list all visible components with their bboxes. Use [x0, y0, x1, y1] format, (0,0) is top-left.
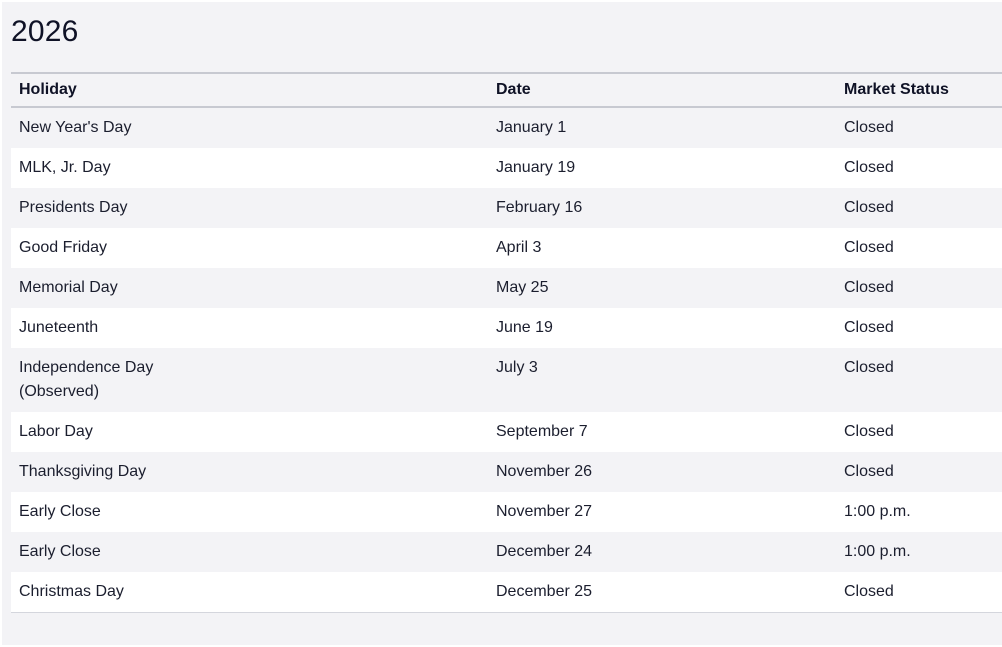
table-body: New Year's Day January 1 Closed MLK, Jr.… — [11, 107, 1002, 613]
column-header-date: Date — [496, 81, 531, 98]
holiday-date-cell: April 3 — [496, 239, 542, 256]
year-heading: 2026 — [11, 15, 79, 48]
table-row: Early Close December 24 1:00 p.m. — [11, 532, 1002, 572]
holiday-date-cell: July 3 — [496, 359, 538, 376]
table-row: Juneteenth June 19 Closed — [11, 308, 1002, 348]
market-status-cell: Closed — [844, 423, 894, 440]
holiday-date-cell: May 25 — [496, 279, 549, 296]
market-status-cell: Closed — [844, 199, 894, 216]
header-row: Holiday Date Market Status — [11, 73, 1002, 107]
market-status-cell: Closed — [844, 119, 894, 136]
table-row: Christmas Day December 25 Closed — [11, 572, 1002, 613]
table-row: Early Close November 27 1:00 p.m. — [11, 492, 1002, 532]
table-row: Thanksgiving Day November 26 Closed — [11, 452, 1002, 492]
holiday-date-cell: December 25 — [496, 583, 593, 600]
table-row: Labor Day September 7 Closed — [11, 412, 1002, 452]
market-status-cell: 1:00 p.m. — [844, 543, 911, 560]
market-status-cell: Closed — [844, 279, 894, 296]
table-row: New Year's Day January 1 Closed — [11, 107, 1002, 148]
table-row: Presidents Day February 16 Closed — [11, 188, 1002, 228]
table-row: Good Friday April 3 Closed — [11, 228, 1002, 268]
holiday-name-cell: Early Close — [19, 503, 101, 520]
holiday-date-cell: September 7 — [496, 423, 588, 440]
holiday-name-cell: Christmas Day — [19, 583, 124, 600]
table-header: Holiday Date Market Status — [11, 73, 1002, 107]
holiday-date-cell: January 19 — [496, 159, 576, 176]
holiday-date-cell: February 16 — [496, 199, 583, 216]
holiday-date-cell: November 27 — [496, 503, 593, 520]
table-row: Memorial Day May 25 Closed — [11, 268, 1002, 308]
holiday-table: Holiday Date Market Status New Year's Da… — [11, 72, 1002, 613]
table-row: MLK, Jr. Day January 19 Closed — [11, 148, 1002, 188]
holiday-date-cell: January 1 — [496, 119, 567, 136]
holiday-date-cell: November 26 — [496, 463, 593, 480]
market-status-cell: 1:00 p.m. — [844, 503, 911, 520]
market-status-cell: Closed — [844, 159, 894, 176]
holiday-name-cell: Thanksgiving Day — [19, 463, 147, 480]
holiday-name-cell: Labor Day — [19, 423, 93, 440]
market-status-cell: Closed — [844, 463, 894, 480]
holiday-name-cell: Early Close — [19, 543, 101, 560]
holiday-name-cell: Presidents Day — [19, 199, 128, 216]
market-status-cell: Closed — [844, 583, 894, 600]
holiday-name-cell: MLK, Jr. Day — [19, 159, 111, 176]
holiday-name-cell: Good Friday — [19, 239, 108, 256]
holiday-date-cell: June 19 — [496, 319, 553, 336]
market-status-cell: Closed — [844, 319, 894, 336]
table-row: Independence Day (Observed) July 3 Close… — [11, 348, 1002, 412]
column-header-market-status: Market Status — [844, 81, 949, 98]
holiday-schedule-panel: 2026 Holiday Date Market Status New Year… — [2, 2, 1002, 645]
holiday-name-cell: Juneteenth — [19, 319, 99, 336]
holiday-name-cell: New Year's Day — [19, 119, 132, 136]
market-status-cell: Closed — [844, 239, 894, 256]
column-header-holiday: Holiday — [19, 81, 77, 98]
holiday-date-cell: December 24 — [496, 543, 593, 560]
market-status-cell: Closed — [844, 359, 894, 376]
holiday-name-cell: Independence Day (Observed) — [19, 359, 154, 400]
holiday-name-cell: Memorial Day — [19, 279, 118, 296]
